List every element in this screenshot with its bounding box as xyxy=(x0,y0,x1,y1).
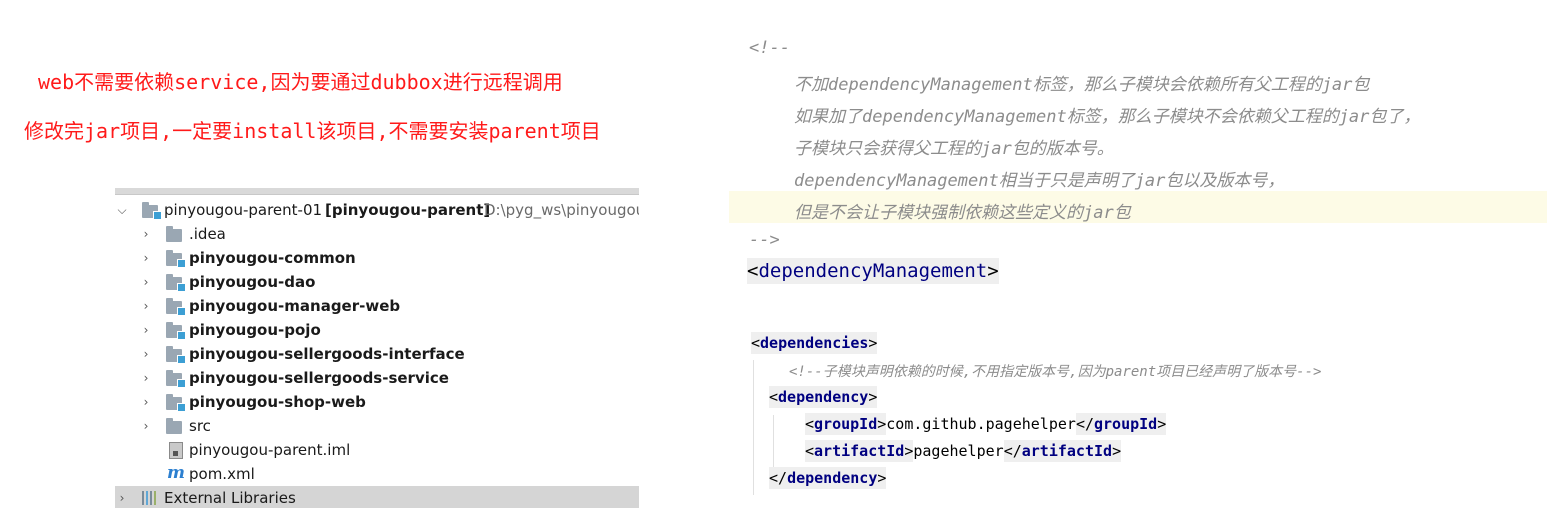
tag-name: dependencies xyxy=(760,334,869,352)
code-editor[interactable]: <!-- 不加dependencyManagement标签，那么子模块会依赖所有… xyxy=(729,30,1551,510)
tree-item-pom[interactable]: m pom.xml xyxy=(115,462,639,486)
tag-name: artifactId xyxy=(1021,442,1113,460)
tree-item[interactable]: › src xyxy=(115,414,639,438)
tree-item-label: pinyougou-common xyxy=(189,249,356,267)
root-project-path: D:\pyg_ws\pinyougou xyxy=(484,201,639,219)
tree-item-label: pinyougou-dao xyxy=(189,273,316,291)
iml-file-icon xyxy=(169,438,187,459)
chevron-right-icon[interactable]: › xyxy=(139,251,153,265)
artifact-id-value: pagehelper xyxy=(913,442,1004,460)
module-folder-icon xyxy=(166,298,186,316)
dependency-close-tag: </dependency> xyxy=(769,467,887,489)
tag-name: groupId xyxy=(814,415,878,433)
root-module-name: [pinyougou-parent] xyxy=(325,201,491,219)
tree-item[interactable]: › pinyougou-manager-web xyxy=(115,294,639,318)
tree-item-label: .idea xyxy=(189,225,226,243)
tree-item[interactable]: › pinyougou-pojo xyxy=(115,318,639,342)
tree-item[interactable]: › pinyougou-dao xyxy=(115,270,639,294)
tree-item-label: pinyougou-sellergoods-service xyxy=(189,369,449,387)
chevron-right-icon[interactable]: › xyxy=(139,419,153,433)
tree-item-label: pinyougou-pojo xyxy=(189,321,321,339)
tree-root-row[interactable]: ⌵ pinyougou-parent-01 [pinyougou-parent]… xyxy=(115,198,639,222)
chevron-right-icon[interactable]: › xyxy=(139,323,153,337)
tag-name: artifactId xyxy=(814,442,905,460)
folder-icon xyxy=(166,418,184,434)
tree-item[interactable]: › pinyougou-shop-web xyxy=(115,390,639,414)
tag-name: dependency xyxy=(778,388,869,406)
tree-item[interactable]: › .idea xyxy=(115,222,639,246)
tree-item-label: pom.xml xyxy=(189,465,255,483)
tree-top-scrollbar[interactable] xyxy=(115,188,639,195)
module-folder-icon xyxy=(166,250,186,268)
indent-guide xyxy=(753,360,754,495)
tree-item-iml[interactable]: pinyougou-parent.iml xyxy=(115,438,639,462)
tag-name: dependency xyxy=(787,469,878,487)
tree-item-label: External Libraries xyxy=(164,489,296,507)
comment-line: 不加dependencyManagement标签，那么子模块会依赖所有父工程的j… xyxy=(794,75,1370,95)
tree-item-label: src xyxy=(189,417,211,435)
chevron-right-icon[interactable]: › xyxy=(139,227,153,241)
tree-item-label: pinyougou-manager-web xyxy=(189,297,401,315)
chevron-right-icon[interactable]: › xyxy=(139,371,153,385)
root-project-name: pinyougou-parent-01 xyxy=(164,201,323,219)
dependency-open-tag: <dependency> xyxy=(769,386,878,408)
module-folder-icon xyxy=(166,322,186,340)
tree-item-label: pinyougou-sellergoods-interface xyxy=(189,345,465,363)
dependency-management-open-tag: <dependencyManagement> xyxy=(747,258,999,284)
dependencies-open-tag: <dependencies> xyxy=(751,332,878,354)
module-folder-icon xyxy=(166,370,186,388)
maven-m-icon: m xyxy=(167,463,185,483)
tree-item-label: pinyougou-parent.iml xyxy=(189,441,351,459)
chevron-right-icon[interactable]: › xyxy=(139,347,153,361)
tree-item[interactable]: › pinyougou-sellergoods-service xyxy=(115,366,639,390)
chevron-right-icon[interactable]: › xyxy=(139,299,153,313)
tree-item[interactable]: › pinyougou-common xyxy=(115,246,639,270)
project-tree: ⌵ pinyougou-parent-01 [pinyougou-parent]… xyxy=(115,188,639,508)
comment-line: 但是不会让子模块强制依赖这些定义的jar包 xyxy=(794,203,1131,223)
comment-line: dependencyManagement相当于只是声明了jar包以及版本号， xyxy=(794,171,1285,191)
module-folder-icon xyxy=(166,346,186,364)
group-id-value: com.github.pagehelper xyxy=(886,415,1076,433)
library-icon xyxy=(142,491,156,505)
folder-icon xyxy=(166,226,184,242)
tag-name: groupId xyxy=(1094,415,1158,433)
tree-item-external-libraries[interactable]: › External Libraries xyxy=(115,486,639,508)
indent-guide xyxy=(773,415,774,470)
tree-item-label: pinyougou-shop-web xyxy=(189,393,366,411)
module-folder-icon xyxy=(142,202,162,220)
annotation-note-2: 修改完jar项目,一定要install该项目,不需要安装parent项目 xyxy=(24,119,601,143)
artifact-id-line: <artifactId>pagehelper</artifactId> xyxy=(805,440,1122,462)
tree-item[interactable]: › pinyougou-sellergoods-interface xyxy=(115,342,639,366)
group-id-line: <groupId>com.github.pagehelper</groupId> xyxy=(805,413,1167,435)
tag-name: dependencyManagement xyxy=(758,260,988,282)
comment-line: 子模块只会获得父工程的jar包的版本号。 xyxy=(794,139,1114,159)
chevron-down-icon[interactable]: ⌵ xyxy=(115,203,129,217)
chevron-right-icon[interactable]: › xyxy=(139,395,153,409)
chevron-right-icon[interactable]: › xyxy=(139,275,153,289)
chevron-right-icon[interactable]: › xyxy=(115,491,129,505)
comment-line: 如果加了dependencyManagement标签，那么子模块不会依赖父工程的… xyxy=(794,107,1421,127)
comment-open: <!-- xyxy=(749,38,790,58)
annotation-note-1: web不需要依赖service,因为要通过dubbox进行远程调用 xyxy=(38,70,563,94)
inner-comment: <!--子模块声明依赖的时候,不用指定版本号,因为parent项目已经声明了版本… xyxy=(789,364,1322,380)
module-folder-icon xyxy=(166,394,186,412)
comment-close: --> xyxy=(749,230,780,250)
module-folder-icon xyxy=(166,274,186,292)
